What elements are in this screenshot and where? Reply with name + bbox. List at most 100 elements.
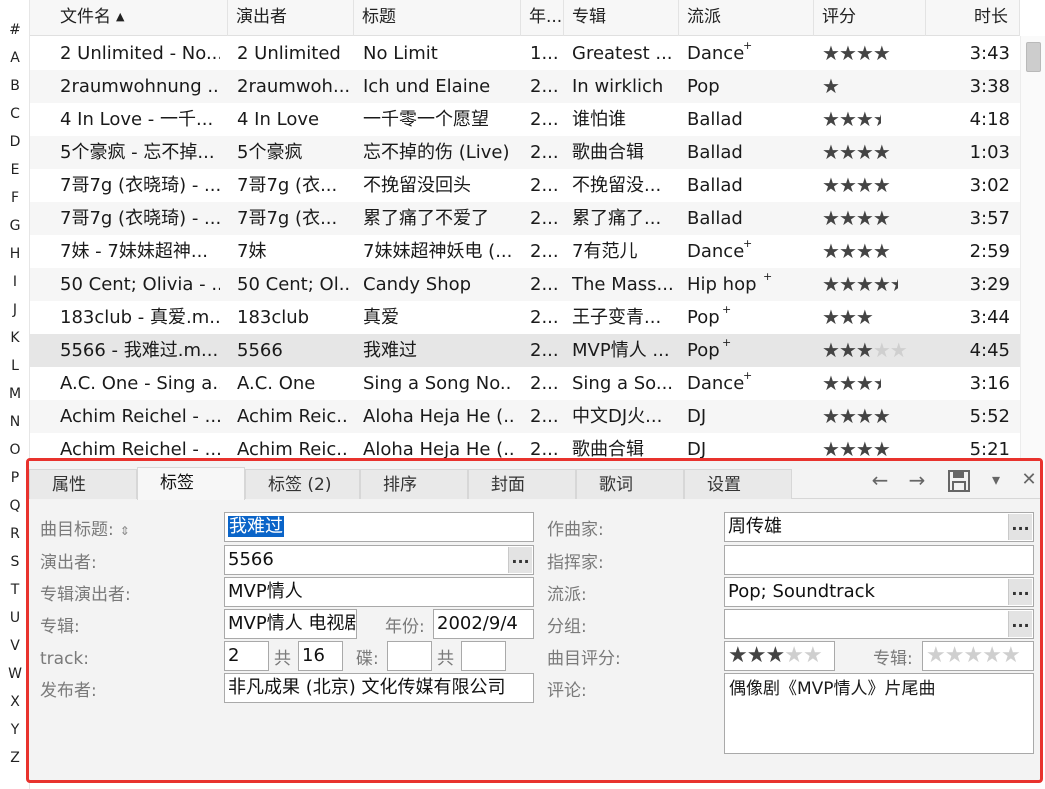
album-artist-field[interactable]: MVP情人 <box>224 577 534 607</box>
column-header-artist[interactable]: 演出者 <box>228 0 354 36</box>
composer-browse-button[interactable]: ... <box>1008 514 1032 540</box>
alphabet-letter[interactable]: J <box>0 302 30 318</box>
table-row[interactable]: 183club - 真爱.m... 183club 真爱 2... 王子变青... Pop… <box>30 301 1020 334</box>
tab-cover[interactable]: 封面 <box>468 469 576 499</box>
rating-stars[interactable]: ★★★★★ <box>822 367 890 400</box>
cell-year: 2... <box>530 307 559 328</box>
genre-more-icon: + <box>763 270 773 283</box>
rating-stars[interactable]: ★★★★ <box>822 400 891 433</box>
artist-browse-button[interactable]: ... <box>508 547 532 573</box>
swap-icon[interactable]: ⇕ <box>120 524 130 538</box>
album-field[interactable]: MVP情人 电视剧 <box>224 609 357 639</box>
alphabet-letter[interactable]: C <box>0 106 30 122</box>
alphabet-letter[interactable]: F <box>0 190 30 206</box>
tab-tags-2[interactable]: 标签 (2) <box>245 469 360 499</box>
table-row[interactable]: 50 Cent; Olivia - ... 50 Cent; Ol... Candy… <box>30 268 1020 301</box>
alphabet-letter[interactable]: H <box>0 246 30 262</box>
column-header-year[interactable]: 年... <box>521 0 564 36</box>
alphabet-letter[interactable]: A <box>0 50 30 66</box>
track-total-field[interactable]: 16 <box>298 641 343 671</box>
tab-tags[interactable]: 标签 <box>137 467 245 500</box>
rating-stars[interactable]: ★★★★ <box>822 235 891 268</box>
composer-field[interactable]: 周传雄... <box>724 512 1034 542</box>
conductor-field[interactable] <box>724 545 1034 575</box>
alphabet-letter[interactable]: N <box>0 414 30 430</box>
rating-stars[interactable]: ★★★★★★ <box>822 268 907 301</box>
column-header-filename[interactable]: 文件名 ▲ <box>30 0 228 36</box>
table-row[interactable]: 7哥7g (衣晓琦) - ... 7哥7g (衣... 不挽留没回头 2... 不挽留没… <box>30 169 1020 202</box>
comment-label: 评论: <box>547 681 587 701</box>
table-row[interactable]: 7哥7g (衣晓琦) - ... 7哥7g (衣... 累了痛了不爱了 2... 累了痛… <box>30 202 1020 235</box>
close-icon[interactable]: ✕ <box>1014 465 1044 495</box>
scrollbar-thumb[interactable] <box>1026 42 1041 72</box>
rating-stars[interactable]: ★★★★ <box>822 136 891 169</box>
alphabet-letter[interactable]: # <box>0 22 30 38</box>
genre-browse-button[interactable]: ... <box>1008 579 1032 605</box>
table-row[interactable]: 2raumwohnung ... 2raumwoh... Ich und Elain… <box>30 70 1020 103</box>
genre-field[interactable]: Pop; Soundtrack... <box>724 577 1034 607</box>
cell-length: 1:03 <box>969 142 1010 163</box>
rating-stars[interactable]: ★★★★ <box>822 433 891 460</box>
column-header-title[interactable]: 标题 <box>354 0 521 36</box>
column-header-genre[interactable]: 流派 <box>679 0 814 36</box>
alphabet-letter[interactable]: M <box>0 386 30 402</box>
table-row[interactable]: 2 Unlimited - No... 2 Unlimited No Limit 1.… <box>30 37 1020 70</box>
alphabet-letter[interactable]: E <box>0 162 30 178</box>
cell-album: Sing a So... <box>572 373 674 394</box>
tab-properties[interactable]: 属性 <box>29 469 137 499</box>
year-field[interactable]: 2002/9/4 <box>433 609 534 639</box>
title-field[interactable]: 我难过 <box>224 512 534 542</box>
alphabet-letter[interactable]: B <box>0 78 30 94</box>
alphabet-letter[interactable]: D <box>0 134 30 150</box>
alphabet-letter[interactable]: L <box>0 358 30 374</box>
column-header-album[interactable]: 专辑 <box>564 0 679 36</box>
comment-field[interactable]: 偶像剧《MVP情人》片尾曲 <box>724 673 1034 754</box>
forward-arrow-icon[interactable]: → <box>902 465 932 495</box>
rating-stars[interactable]: ★★★★ <box>822 169 891 202</box>
cell-genre: Hip hop <box>687 274 757 295</box>
album-rating-stars[interactable]: ★★★★★ <box>922 641 1034 671</box>
rating-stars[interactable]: ★★★★★ <box>822 334 908 367</box>
table-row[interactable]: A.C. One - Sing a... A.C. One Sing a Song … <box>30 367 1020 400</box>
dropdown-icon[interactable]: ▾ <box>981 465 1011 495</box>
alphabet-letter[interactable]: I <box>0 274 30 290</box>
tab-sort[interactable]: 排序 <box>360 469 468 499</box>
tab-settings[interactable]: 设置 <box>684 469 792 499</box>
alphabet-letter[interactable]: K <box>0 330 30 346</box>
cell-album: 歌曲合辑 <box>572 439 644 460</box>
alphabet-letter[interactable]: G <box>0 218 30 234</box>
rating-stars[interactable]: ★★★★★ <box>822 103 890 136</box>
cell-album: 不挽留没... <box>572 175 662 196</box>
save-icon[interactable] <box>944 465 974 501</box>
disc-field[interactable] <box>387 641 432 671</box>
table-row[interactable]: Achim Reichel - ... Achim Reic... Aloha He… <box>30 433 1020 460</box>
back-arrow-icon[interactable]: ← <box>865 465 895 495</box>
table-row[interactable]: 4 In Love - 一千... 4 In Love 一千零一个愿望 2... 谁怕谁… <box>30 103 1020 136</box>
column-header-length[interactable]: 时长 <box>926 0 1020 36</box>
vertical-scrollbar[interactable] <box>1020 36 1045 460</box>
disc-total-field[interactable] <box>461 641 506 671</box>
cell-filename: 50 Cent; Olivia - ... <box>60 274 220 295</box>
rating-stars[interactable]: ★★★★ <box>822 202 891 235</box>
grouping-field[interactable]: ... <box>724 609 1034 639</box>
publisher-field[interactable]: 非凡成果 (北京) 文化传媒有限公司 <box>224 673 534 703</box>
track-field[interactable]: 2 <box>224 641 269 671</box>
table-row[interactable]: 7妹 - 7妹妹超神... 7妹 7妹妹超神妖电 (... 2... 7有范儿 Dance… <box>30 235 1020 268</box>
genre-more-icon: + <box>743 369 753 382</box>
rating-stars[interactable]: ★★★ <box>822 301 874 334</box>
composer-value: 周传雄 <box>728 516 782 537</box>
rating-stars[interactable]: ★ <box>822 70 840 103</box>
cell-title: 累了痛了不爱了 <box>363 208 489 229</box>
table-row[interactable]: 5566 - 我难过.m... 5566 我难过 2... MVP情人 ... Pop + ★… <box>30 334 1020 367</box>
tab-lyrics[interactable]: 歌词 <box>576 469 684 499</box>
alphabet-letter[interactable]: O <box>0 442 30 458</box>
table-row[interactable]: Achim Reichel - ... Achim Reic... Aloha He… <box>30 400 1020 433</box>
column-header-rating[interactable]: 评分 <box>814 0 926 36</box>
cell-filename: 5个豪疯 - 忘不掉... <box>60 142 215 163</box>
table-row[interactable]: 5个豪疯 - 忘不掉... 5个豪疯 忘不掉的伤 (Live) 2... 歌曲合辑 Bal… <box>30 136 1020 169</box>
grouping-browse-button[interactable]: ... <box>1008 611 1032 637</box>
artist-field[interactable]: 5566... <box>224 545 534 575</box>
track-rating-stars[interactable]: ★★★★★ <box>724 641 835 671</box>
rating-stars[interactable]: ★★★★ <box>822 37 891 70</box>
album-rating-label: 专辑: <box>873 649 913 669</box>
